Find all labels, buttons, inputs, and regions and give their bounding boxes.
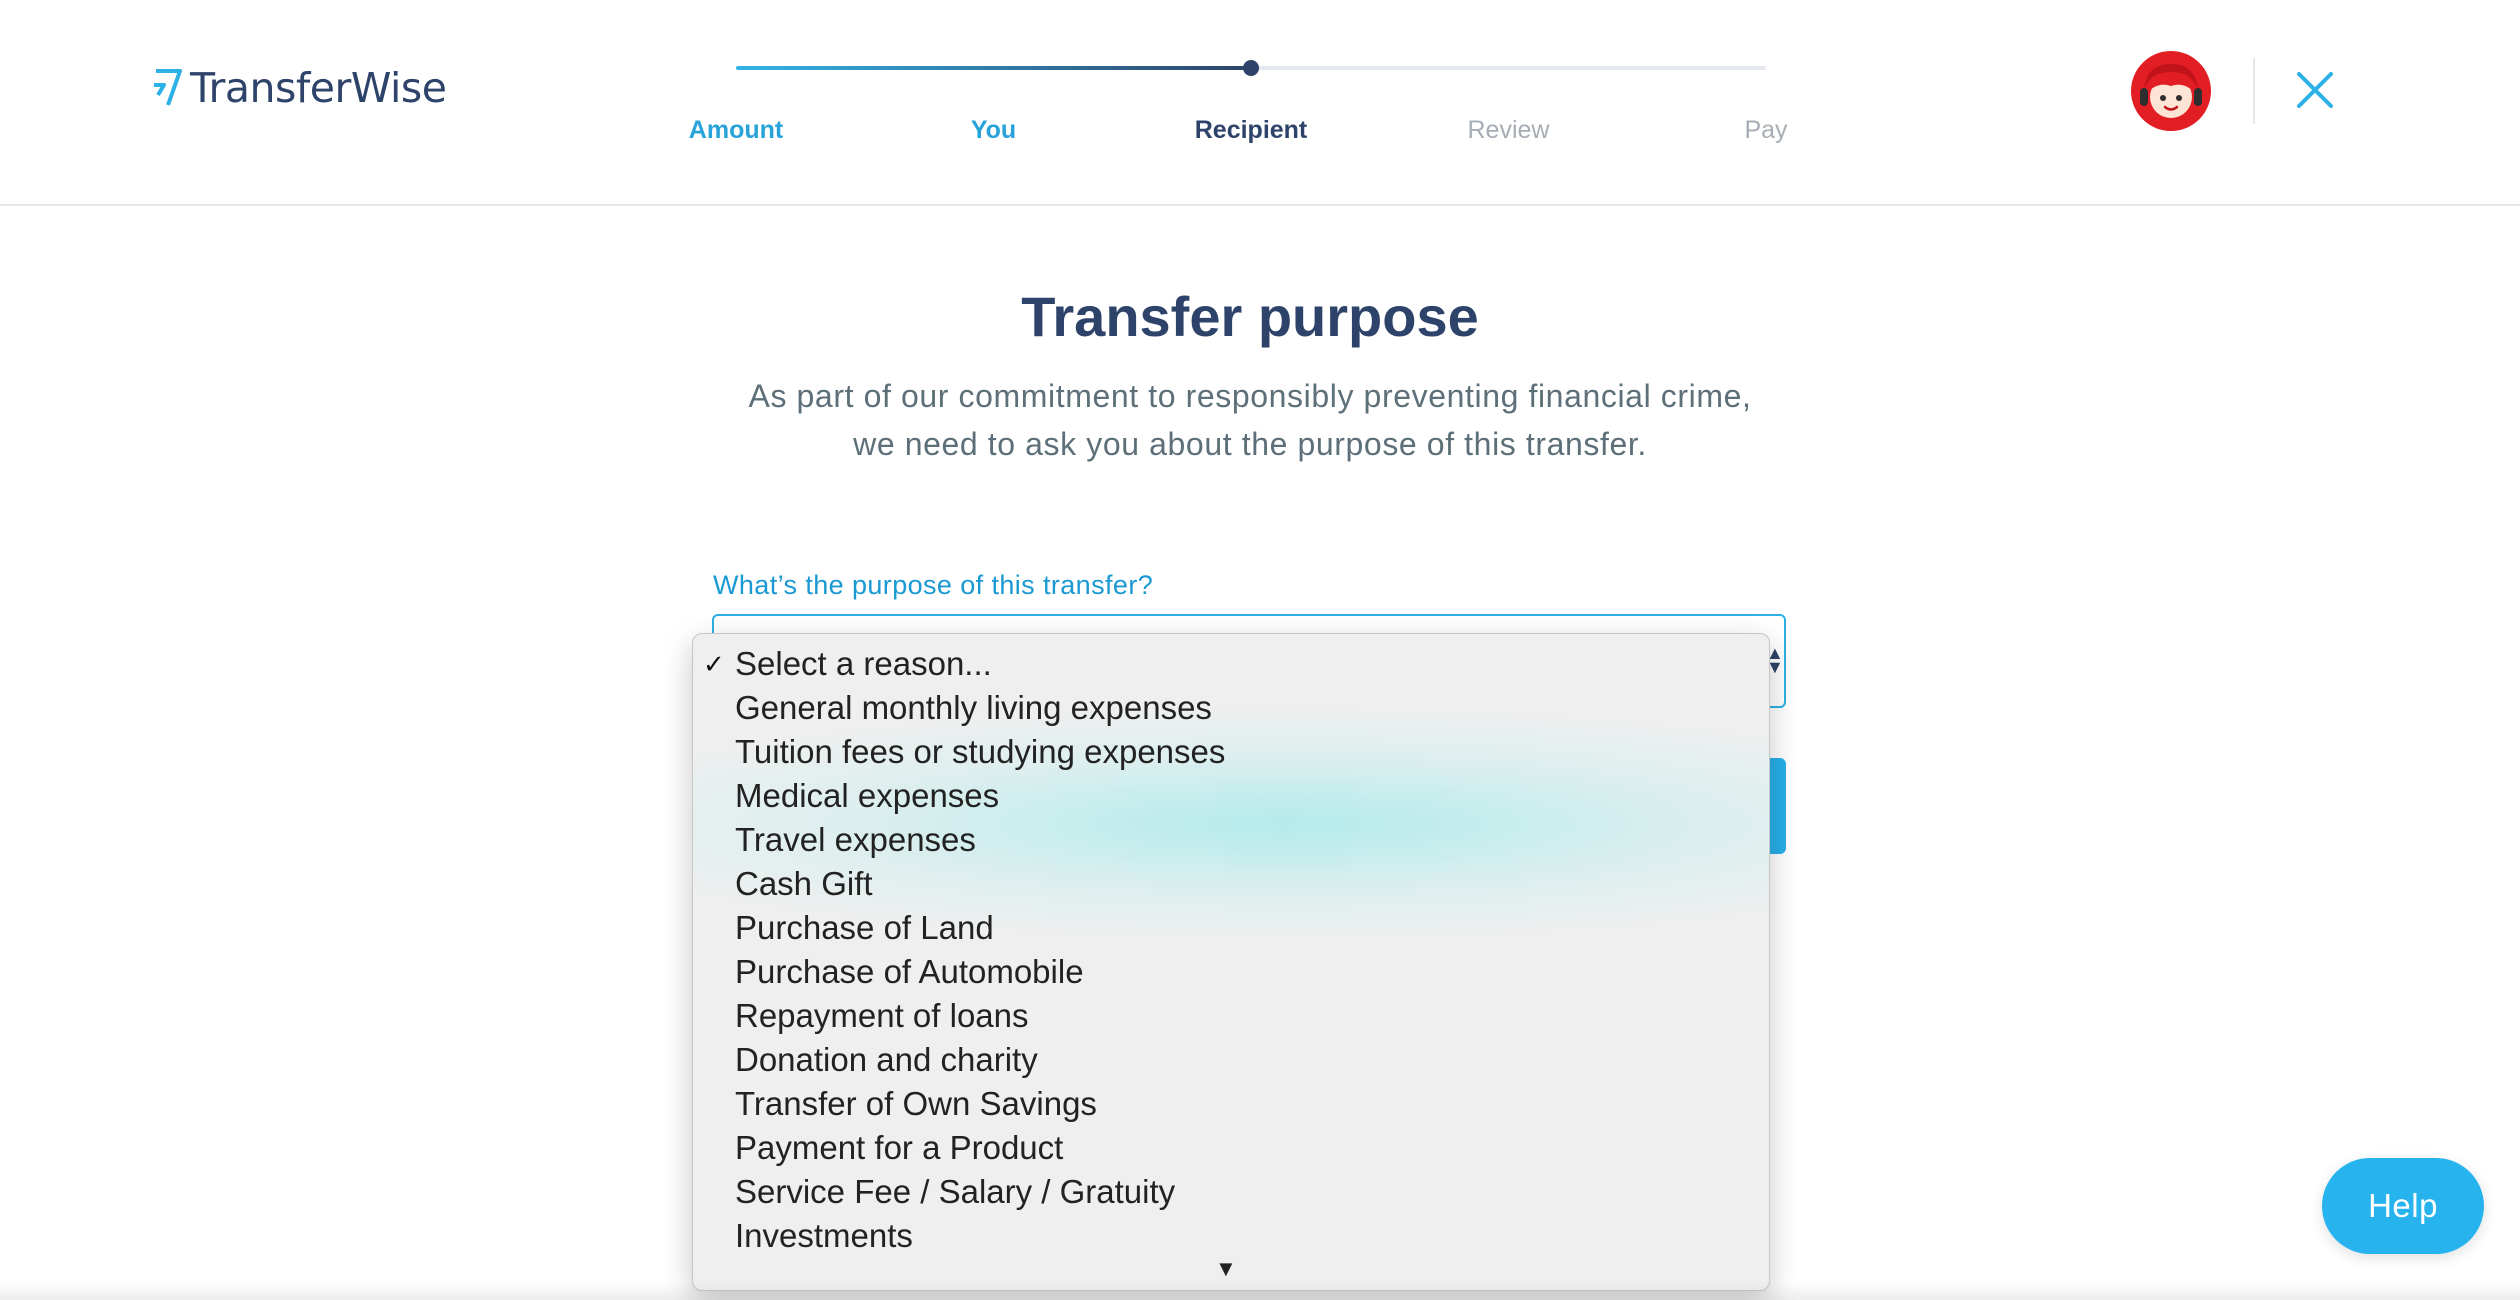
subtitle-line-1: As part of our commitment to responsibly… bbox=[748, 378, 1752, 414]
dropdown-option[interactable]: General monthly living expenses bbox=[735, 686, 1212, 730]
step-you[interactable]: You bbox=[894, 116, 1094, 145]
dropdown-option-label: Service Fee / Salary / Gratuity bbox=[735, 1173, 1176, 1210]
dropdown-option[interactable]: Select a reason... bbox=[735, 642, 992, 686]
header-divider bbox=[2253, 58, 2255, 124]
dropdown-option-label: Tuition fees or studying expenses bbox=[735, 733, 1226, 770]
dropdown-option-label: Purchase of Automobile bbox=[735, 953, 1084, 990]
dropdown-option-label: Transfer of Own Savings bbox=[735, 1085, 1097, 1122]
dropdown-option[interactable]: Medical expenses bbox=[735, 774, 999, 818]
help-button[interactable]: Help bbox=[2322, 1158, 2484, 1254]
purpose-field-label: What’s the purpose of this transfer? bbox=[713, 570, 1154, 600]
dropdown-option-label: Select a reason... bbox=[735, 645, 992, 682]
dropdown-option-label: Repayment of loans bbox=[735, 997, 1029, 1034]
dropdown-option[interactable]: Transfer of Own Savings bbox=[735, 1082, 1097, 1126]
top-header: TransferWise Amount You Recipient Review Pay bbox=[0, 0, 2520, 206]
dropdown-option[interactable]: Purchase of Land bbox=[735, 906, 994, 950]
dropdown-option[interactable]: Purchase of Automobile bbox=[735, 950, 1084, 994]
scroll-down-arrow-icon[interactable]: ▼ bbox=[1215, 1256, 1237, 1282]
bottom-shadow bbox=[0, 1282, 2520, 1300]
selected-check-icon: ✓ bbox=[703, 649, 725, 679]
dropdown-option-label: Purchase of Land bbox=[735, 909, 994, 946]
dropdown-option[interactable]: Travel expenses bbox=[735, 818, 976, 862]
dropdown-option-label: Travel expenses bbox=[735, 821, 976, 858]
subtitle-line-2: we need to ask you about the purpose of … bbox=[853, 426, 1647, 462]
dropdown-option-label: Investments bbox=[735, 1217, 913, 1254]
dropdown-option[interactable]: Tuition fees or studying expenses bbox=[735, 730, 1225, 774]
step-amount[interactable]: Amount bbox=[636, 116, 836, 145]
dropdown-option[interactable]: Investments bbox=[735, 1214, 913, 1258]
stepper-current-dot bbox=[1243, 60, 1259, 76]
step-pay: Pay bbox=[1744, 116, 1788, 144]
dropdown-option-label: General monthly living expenses bbox=[735, 689, 1212, 726]
dropdown-option-label: Donation and charity bbox=[735, 1041, 1038, 1078]
dropdown-option-label: Payment for a Product bbox=[735, 1129, 1064, 1166]
step-review: Review bbox=[1467, 116, 1550, 144]
purpose-dropdown-menu[interactable]: Select a reason... ✓ General monthly livin… bbox=[692, 633, 1770, 1291]
dropdown-option[interactable]: Cash Gift bbox=[735, 862, 873, 906]
support-agent-icon[interactable] bbox=[2130, 50, 2212, 132]
dropdown-option[interactable]: Service Fee / Salary / Gratuity bbox=[735, 1170, 1175, 1214]
dropdown-option[interactable]: Payment for a Product bbox=[735, 1126, 1063, 1170]
step-recipient: Recipient bbox=[1194, 116, 1308, 144]
close-icon[interactable] bbox=[2295, 70, 2335, 110]
dropdown-option-label: Cash Gift bbox=[735, 865, 873, 902]
dropdown-option-label: Medical expenses bbox=[735, 777, 1000, 814]
dropdown-option[interactable]: Donation and charity bbox=[735, 1038, 1038, 1082]
page-title: Transfer purpose bbox=[1021, 285, 1479, 348]
stepper-progress-fill bbox=[736, 66, 1251, 70]
page-subtitle: As part of our commitment to responsibly… bbox=[700, 372, 1800, 468]
dropdown-option[interactable]: Repayment of loans bbox=[735, 994, 1029, 1038]
